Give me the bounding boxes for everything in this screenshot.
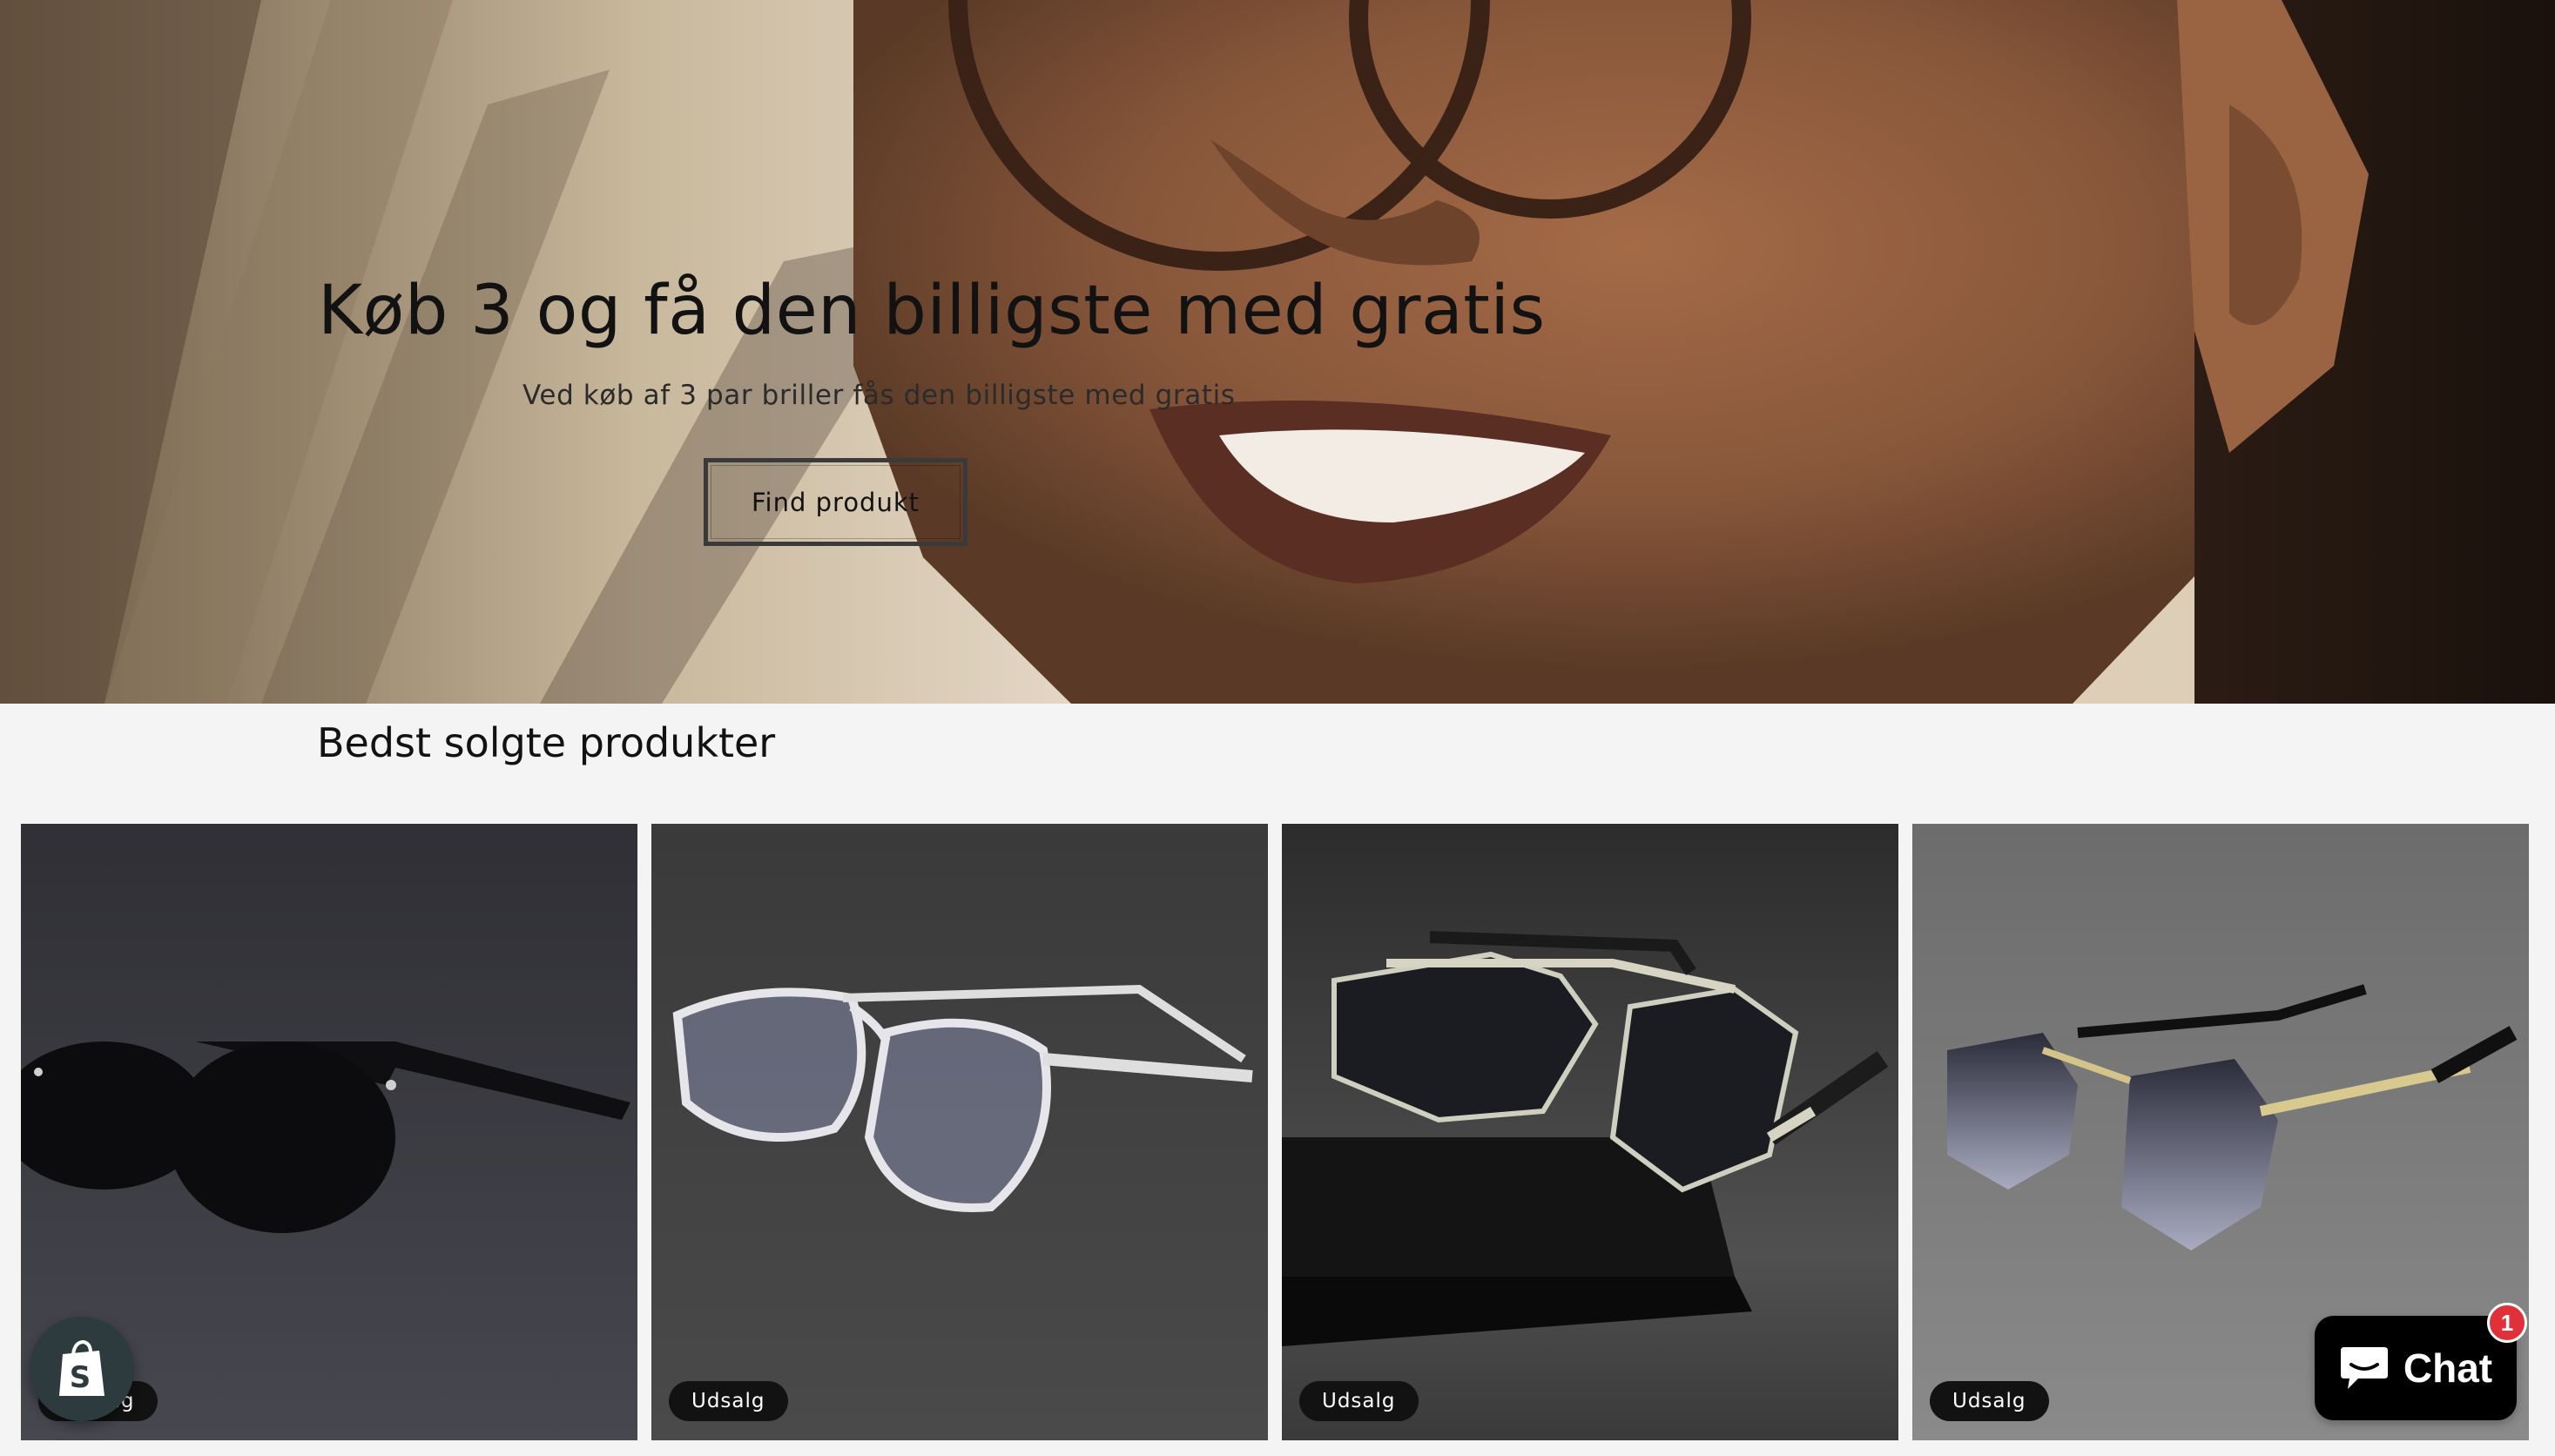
chat-label: Chat [2403, 1345, 2493, 1391]
product-card[interactable]: Udsalg [651, 824, 1268, 1440]
shopify-bag-icon[interactable]: S [30, 1317, 134, 1421]
chat-button[interactable]: Chat [2315, 1316, 2517, 1420]
chat-bubble-icon [2340, 1347, 2388, 1389]
sale-badge: Udsalg [1930, 1381, 2049, 1421]
svg-text:S: S [70, 1360, 91, 1395]
chat-notification-badge: 1 [2487, 1303, 2527, 1343]
clear-frame-glasses-photo [651, 824, 1268, 1440]
sale-badge: Udsalg [1299, 1381, 1419, 1421]
hero-content: Køb 3 og få den billigste med gratis Ved… [0, 0, 2555, 704]
aviator-sunglasses-photo [1282, 824, 1898, 1440]
find-product-button[interactable]: Find produkt [704, 458, 967, 546]
product-grid: Udsalg Udsalg Udsalg [21, 824, 2529, 1440]
hero-subtitle: Ved køb af 3 par briller fås den billigs… [522, 380, 1236, 411]
section-title: Bedst solgte produkter [317, 719, 776, 766]
hero-banner: Køb 3 og få den billigste med gratis Ved… [0, 0, 2555, 704]
hero-title: Køb 3 og få den billigste med gratis [318, 272, 1546, 350]
sale-badge: Udsalg [669, 1381, 788, 1421]
shopify-logo: S [59, 1339, 104, 1396]
product-card[interactable]: Udsalg [1282, 824, 1898, 1440]
